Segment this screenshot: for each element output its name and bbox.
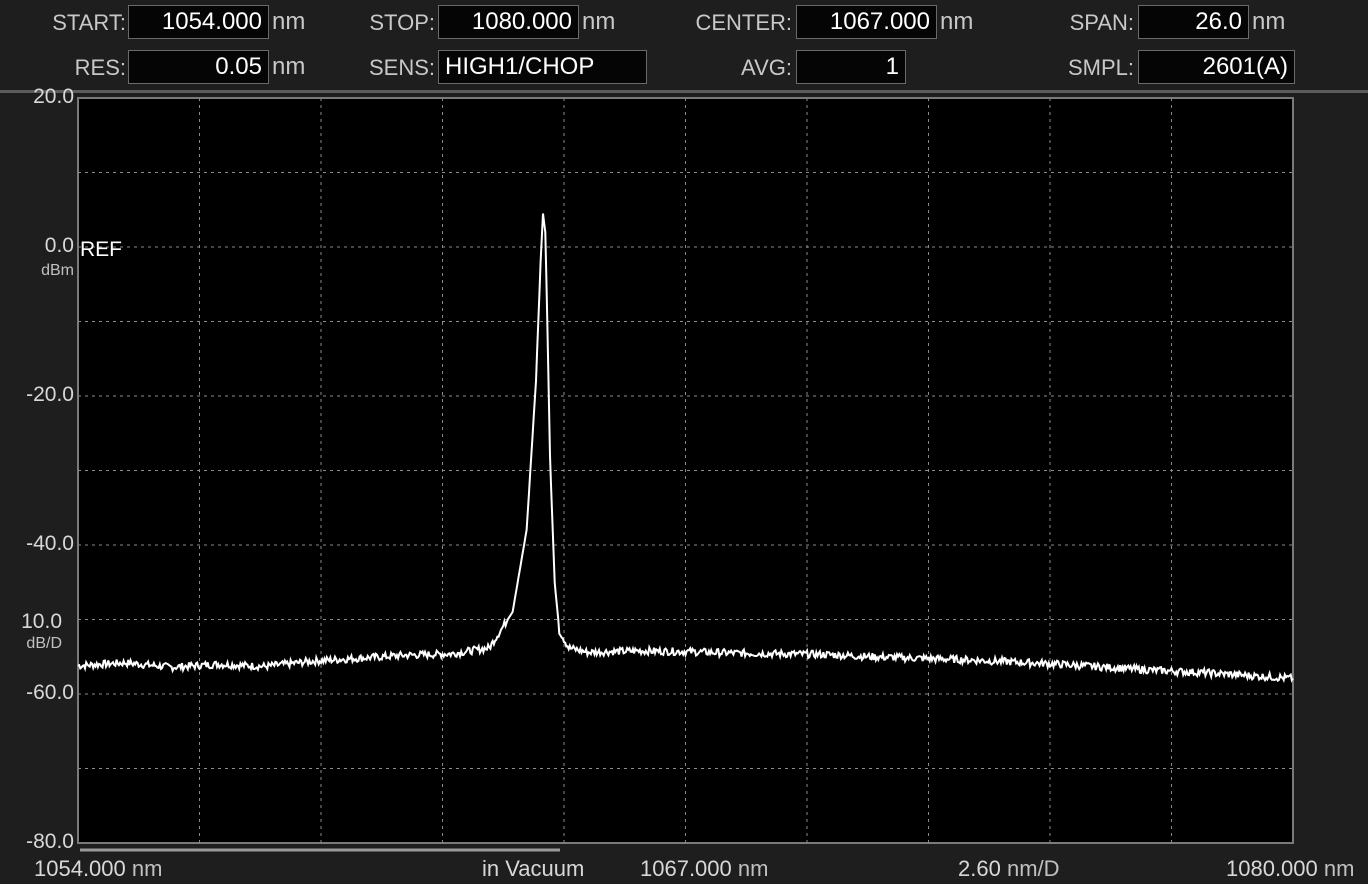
start-field[interactable]: 1054.000	[128, 5, 269, 39]
footer-center-value: 1067.000	[640, 856, 732, 881]
y-tick-label: 20.0	[33, 85, 74, 108]
res-unit: nm	[272, 53, 306, 80]
footer-medium: in Vacuum	[482, 856, 585, 881]
footer-center: 1067.000 nm	[640, 856, 768, 882]
scale-unit-label: dB/D	[26, 635, 62, 652]
stop-field[interactable]: 1080.000	[438, 5, 579, 39]
avg-label: AVG:	[741, 55, 792, 80]
center-field[interactable]: 1067.000	[796, 5, 937, 39]
start-unit: nm	[272, 8, 306, 35]
sens-label: SENS:	[368, 55, 435, 80]
footer-center-unit: nm	[737, 856, 769, 881]
span-unit: nm	[1252, 8, 1286, 35]
spectrum-chart[interactable]	[0, 93, 1368, 853]
y-tick-label: -80.0	[26, 830, 74, 853]
res-label: RES:	[74, 55, 126, 80]
ref-unit-label: dBm	[41, 262, 74, 279]
scale-value-label: 10.0	[21, 610, 62, 633]
res-field[interactable]: 0.05	[128, 50, 269, 84]
y-tick-label: -60.0	[26, 681, 74, 704]
footer-stop-value: 1080.000	[1226, 856, 1318, 881]
sens-field[interactable]: HIGH1/CHOP	[438, 50, 647, 84]
ref-label: REF	[80, 238, 122, 261]
footer-stop: 1080.000 nm	[1226, 856, 1354, 882]
smpl-label: SMPL:	[1067, 55, 1134, 80]
footer-start-unit: nm	[131, 856, 163, 881]
y-tick-label: -40.0	[26, 532, 74, 555]
center-unit: nm	[940, 8, 974, 35]
footer-start: 1054.000 nm	[34, 856, 162, 882]
stop-label: STOP:	[369, 10, 435, 35]
stop-unit: nm	[582, 8, 616, 35]
y-tick-label: 0.0	[44, 234, 74, 257]
start-label: START:	[52, 10, 126, 35]
center-label: CENTER:	[695, 10, 792, 35]
y-tick-label: -20.0	[26, 383, 74, 406]
span-label: SPAN:	[1069, 10, 1134, 35]
smpl-field[interactable]: 2601(A)	[1138, 50, 1295, 84]
span-field[interactable]: 26.0	[1138, 5, 1249, 39]
footer-per-div: 2.60 nm/D	[958, 856, 1060, 882]
footer-stop-unit: nm	[1323, 856, 1355, 881]
footer-per-div-unit: nm/D	[1006, 856, 1060, 881]
footer-start-value: 1054.000	[34, 856, 126, 881]
footer-per-div-value: 2.60	[958, 856, 1001, 881]
avg-field[interactable]: 1	[796, 50, 906, 84]
